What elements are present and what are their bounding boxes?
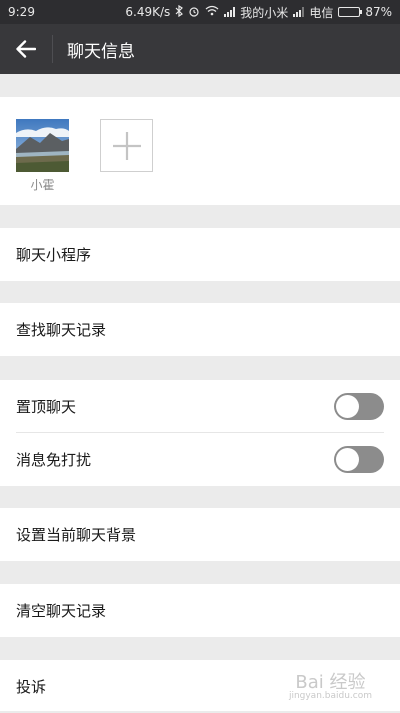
pin-chat-toggle[interactable] <box>334 393 384 420</box>
signal-icon-2 <box>293 7 305 17</box>
battery-percent: 87% <box>365 5 392 19</box>
toggle-section: 置顶聊天 消息免打扰 <box>0 380 400 486</box>
network-speed: 6.49K/s <box>125 5 171 19</box>
clear-history-section: 清空聊天记录 <box>0 584 400 637</box>
pin-chat-row: 置顶聊天 <box>0 380 400 433</box>
members-section: 小霍 <box>0 97 400 205</box>
bluetooth-icon <box>175 4 184 20</box>
watermark-text: Bai 经验 <box>295 672 366 693</box>
nav-bar: 聊天信息 <box>0 24 400 74</box>
status-time: 9:29 <box>8 5 35 19</box>
search-history-label: 查找聊天记录 <box>16 321 107 339</box>
toggle-knob <box>336 395 359 418</box>
nav-divider <box>52 35 53 63</box>
back-arrow-icon <box>16 40 36 58</box>
mute-label: 消息免打扰 <box>16 451 92 469</box>
watermark: Bai 经验 jingyan.baidu.com <box>289 674 372 701</box>
mute-toggle[interactable] <box>334 446 384 473</box>
search-history-section: 查找聊天记录 <box>0 303 400 356</box>
mini-program-row[interactable]: 聊天小程序 <box>0 228 400 281</box>
clear-history-row[interactable]: 清空聊天记录 <box>0 584 400 637</box>
battery-icon <box>338 7 363 17</box>
member-item[interactable]: 小霍 <box>16 119 69 193</box>
set-background-label: 设置当前聊天背景 <box>16 526 137 544</box>
clear-history-label: 清空聊天记录 <box>16 602 107 620</box>
signal-icon <box>224 7 236 17</box>
add-member-button[interactable] <box>100 119 153 172</box>
member-name: 小霍 <box>30 178 55 192</box>
carrier-name-2: 电信 <box>309 5 334 20</box>
carrier-name-1: 我的小米 <box>240 5 289 20</box>
watermark-sub: jingyan.baidu.com <box>288 691 372 701</box>
set-background-row[interactable]: 设置当前聊天背景 <box>0 508 400 561</box>
back-button[interactable] <box>0 24 52 74</box>
page-title: 聊天信息 <box>67 41 135 62</box>
status-bar: 9:29 6.49K/s 我的小米 电信 87% <box>0 0 400 24</box>
mini-program-label: 聊天小程序 <box>16 246 92 264</box>
mini-program-section: 聊天小程序 <box>0 228 400 281</box>
avatar <box>16 119 69 172</box>
toggle-knob <box>336 448 359 471</box>
alarm-icon <box>188 5 200 20</box>
pin-chat-label: 置顶聊天 <box>16 398 77 416</box>
plus-icon <box>112 131 141 160</box>
wifi-icon <box>205 5 219 19</box>
mute-row: 消息免打扰 <box>0 433 400 486</box>
search-history-row[interactable]: 查找聊天记录 <box>0 303 400 356</box>
report-label: 投诉 <box>16 678 47 696</box>
background-section: 设置当前聊天背景 <box>0 508 400 561</box>
